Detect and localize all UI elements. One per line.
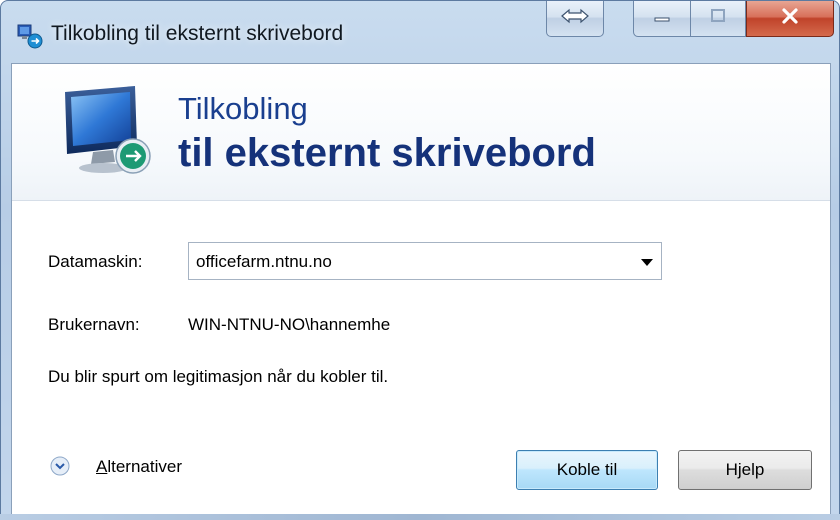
help-button[interactable]: Hjelp (678, 450, 812, 490)
remote-desktop-icon (17, 23, 43, 49)
username-label: Brukernavn: (48, 315, 140, 334)
dialog-window: Tilkobling til eksternt skrivebord Tilko… (0, 0, 840, 520)
maximize-icon (708, 8, 728, 29)
header-banner: Tilkobling til eksternt skrivebord (12, 64, 830, 201)
options-accesskey: A (96, 457, 108, 476)
computer-label: Datamaskin: (48, 252, 143, 271)
minimize-button[interactable] (633, 1, 691, 37)
maximize-button[interactable] (691, 1, 746, 37)
computer-value[interactable]: officefarm.ntnu.no (196, 252, 332, 272)
info-text: Du blir spurt om legitimasjon når du kob… (48, 367, 389, 386)
desktop-strip (0, 514, 840, 520)
chevron-down-icon[interactable] (50, 456, 70, 476)
title-bar[interactable]: Tilkobling til eksternt skrivebord (1, 1, 839, 61)
connect-button[interactable]: Koble til (516, 450, 658, 490)
resize-button[interactable] (546, 1, 604, 37)
close-icon (779, 7, 801, 30)
double-arrow-icon (560, 8, 590, 29)
window-title: Tilkobling til eksternt skrivebord (51, 22, 344, 45)
minimize-icon (652, 9, 672, 28)
banner-title-line2: til eksternt skrivebord (178, 131, 596, 175)
username-value: WIN-NTNU-NO\hannemhe (188, 315, 391, 334)
options-label: lternativer (107, 457, 182, 476)
monitor-connection-icon (57, 84, 167, 184)
dropdown-arrow-icon[interactable] (641, 259, 653, 266)
close-button[interactable] (746, 1, 834, 37)
computer-combobox[interactable]: officefarm.ntnu.no (188, 242, 662, 280)
options-toggle[interactable]: Alternativer (96, 457, 182, 477)
banner-title-line1: Tilkobling (178, 91, 308, 126)
dialog-content: Tilkobling til eksternt skrivebord Datam… (11, 63, 831, 515)
